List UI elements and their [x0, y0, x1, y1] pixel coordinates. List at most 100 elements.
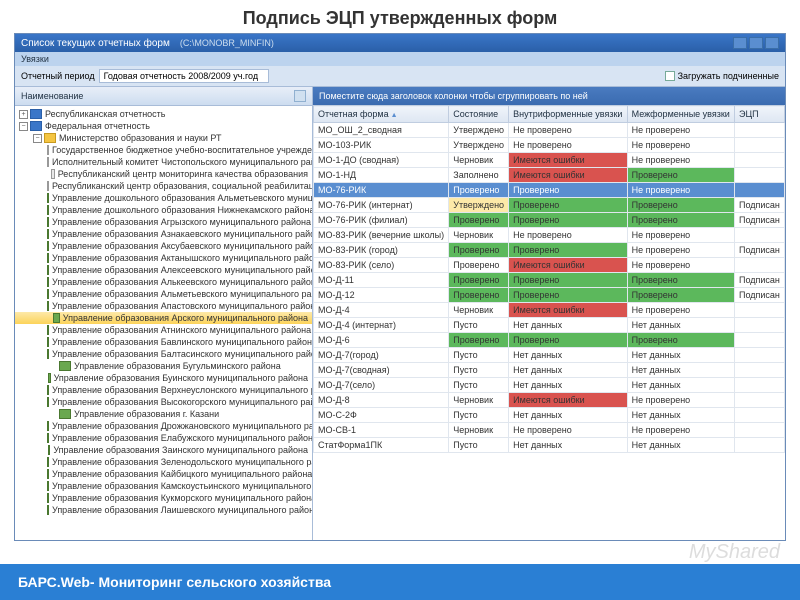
sort-icon[interactable]: ▲: [391, 112, 398, 119]
tree-item[interactable]: Управление образования Альметьевского му…: [15, 288, 312, 300]
tree-item[interactable]: Исполнительный комитет Чистопольского му…: [15, 156, 312, 168]
tree-item[interactable]: Управление образования Дрожжановского му…: [15, 420, 312, 432]
column-header[interactable]: Состояние: [449, 106, 509, 123]
maximize-button[interactable]: [749, 37, 763, 49]
table-row[interactable]: МО-1-ДО (сводная)ЧерновикИмеются ошибкиН…: [314, 153, 785, 168]
tree-item[interactable]: Управление образования Заинского муницип…: [15, 444, 312, 456]
cell: Проверено: [509, 333, 627, 348]
tree-item[interactable]: − Федеральная отчетность: [15, 120, 312, 132]
table-row[interactable]: МО-Д-12ПровереноПровереноПровереноПодпис…: [314, 288, 785, 303]
load-subordinates-checkbox[interactable]: Загружать подчиненные: [665, 71, 779, 81]
period-field[interactable]: Годовая отчетность 2008/2009 уч.год: [99, 69, 269, 83]
tree-item[interactable]: Управление дошкольного образования Альме…: [15, 192, 312, 204]
tree-item[interactable]: Управление образования Кайбицкого муници…: [15, 468, 312, 480]
table-row[interactable]: МО-Д-4ЧерновикИмеются ошибкиНе проверено: [314, 303, 785, 318]
expand-icon[interactable]: −: [33, 134, 42, 143]
cell: МО-83-РИК (село): [314, 258, 449, 273]
tree-item[interactable]: Республиканский центр мониторинга качест…: [15, 168, 312, 180]
table-row[interactable]: МО-Д-8ЧерновикИмеются ошибкиНе проверено: [314, 393, 785, 408]
table-row[interactable]: МО-Д-7(город)ПустоНет данныхНет данных: [314, 348, 785, 363]
table-row[interactable]: МО-Д-4 (интернат)ПустоНет данныхНет данн…: [314, 318, 785, 333]
tree-item[interactable]: Управление образования Апастовского муни…: [15, 300, 312, 312]
folder-yel-icon: [44, 133, 56, 143]
cell: Подписан: [734, 213, 784, 228]
tree-item[interactable]: +Республиканская отчетность: [15, 108, 312, 120]
table-row[interactable]: МО-Д-7(сводная)ПустоНет данныхНет данных: [314, 363, 785, 378]
cell: [734, 168, 784, 183]
table-row[interactable]: МО-Д-7(село)ПустоНет данныхНет данных: [314, 378, 785, 393]
cell: Черновик: [449, 153, 509, 168]
tree-item[interactable]: Республиканский центр образования, социа…: [15, 180, 312, 192]
tree-item[interactable]: Управление образования Лаишевского муниц…: [15, 504, 312, 516]
table-row[interactable]: МО-СВ-1ЧерновикНе провереноНе проверено: [314, 423, 785, 438]
group-hint-bar[interactable]: Поместите сюда заголовок колонки чтобы с…: [313, 87, 785, 105]
tree-item[interactable]: Управление образования Алексеевского мун…: [15, 264, 312, 276]
tree-item[interactable]: Управление образования Атнинского муници…: [15, 324, 312, 336]
collapse-icon[interactable]: [294, 90, 306, 102]
tree-item-label: Государственное бюджетное учебно-воспита…: [52, 145, 312, 155]
tree-item[interactable]: Управление образования Балтасинского мун…: [15, 348, 312, 360]
tree-item[interactable]: Управление образования Верхнеуслонского …: [15, 384, 312, 396]
tree-item[interactable]: Управление образования Актанышского муни…: [15, 252, 312, 264]
tree-item[interactable]: Управление образования Буинского муницип…: [15, 372, 312, 384]
tree-item[interactable]: Государственное бюджетное учебно-воспита…: [15, 144, 312, 156]
tree-item[interactable]: Управление образования Кукморского муниц…: [15, 492, 312, 504]
table-row[interactable]: МО-76-РИК (интернат)УтвержденоПровереноП…: [314, 198, 785, 213]
cell: Подписан: [734, 288, 784, 303]
tab-links[interactable]: Увязки: [21, 54, 49, 64]
cell: МО-Д-4 (интернат): [314, 318, 449, 333]
tree-item-label: Управление образования Дрожжановского му…: [52, 421, 312, 431]
tree-item[interactable]: Управление образования Азнакаевского мун…: [15, 228, 312, 240]
table-row[interactable]: СтатФорма1ПКПустоНет данныхНет данных: [314, 438, 785, 453]
tree-item[interactable]: Управление образования Высокогорского му…: [15, 396, 312, 408]
table-row[interactable]: МО-83-РИК (вечерние школы)ЧерновикНе про…: [314, 228, 785, 243]
tree-item-label: Управление образования Зеленодольского м…: [52, 457, 312, 467]
tree-item[interactable]: Управление образования Арского муниципал…: [15, 312, 312, 324]
tree-item[interactable]: −Министерство образования и науки РТ: [15, 132, 312, 144]
tree-item[interactable]: Управление образования г. Казани: [15, 408, 312, 420]
expand-icon[interactable]: −: [19, 122, 28, 131]
tree-item[interactable]: Управление дошкольного образования Нижне…: [15, 204, 312, 216]
cell: Черновик: [449, 393, 509, 408]
close-button[interactable]: [765, 37, 779, 49]
table-row[interactable]: МО-76-РИК (филиал)ПровереноПровереноПров…: [314, 213, 785, 228]
table-row[interactable]: МО-1-НДЗаполненоИмеются ошибкиПроверено: [314, 168, 785, 183]
table-row[interactable]: МО-Д-6ПровереноПровереноПроверено: [314, 333, 785, 348]
cell: Нет данных: [627, 438, 734, 453]
cell: Черновик: [449, 228, 509, 243]
cell: Не проверено: [627, 228, 734, 243]
table-row[interactable]: МО_ОШ_2_своднаяУтвержденоНе провереноНе …: [314, 123, 785, 138]
org-icon: [53, 313, 60, 323]
table-row[interactable]: МО-83-РИК (село)ПровереноИмеются ошибкиН…: [314, 258, 785, 273]
tree-item[interactable]: Управление образования Бугульминского ра…: [15, 360, 312, 372]
tree-item[interactable]: Управление образования Елабужского муниц…: [15, 432, 312, 444]
tree-item[interactable]: Управление образования Бавлинского муниц…: [15, 336, 312, 348]
tree-item[interactable]: Управление образования Аксубаевского мун…: [15, 240, 312, 252]
table-row[interactable]: МО-83-РИК (город)ПровереноПровереноНе пр…: [314, 243, 785, 258]
minimize-button[interactable]: [733, 37, 747, 49]
tree-item[interactable]: Управление образования Алькеевского муни…: [15, 276, 312, 288]
column-header[interactable]: Внутриформенные увязки: [509, 106, 627, 123]
doc-icon: [47, 145, 49, 155]
column-header[interactable]: Отчетная форма▲: [314, 106, 449, 123]
tree-item[interactable]: Управление образования Агрызского муници…: [15, 216, 312, 228]
table-row[interactable]: МО-С-2ФПустоНет данныхНет данных: [314, 408, 785, 423]
tab-bar: Увязки: [15, 52, 785, 66]
org-icon: [47, 217, 49, 227]
tree-item[interactable]: Управление образования Камскоустьинского…: [15, 480, 312, 492]
table-row[interactable]: МО-Д-11ПровереноПровереноПровереноПодпис…: [314, 273, 785, 288]
grid[interactable]: Отчетная форма▲СостояниеВнутриформенные …: [313, 105, 785, 540]
window-titlebar: Список текущих отчетных форм (C:\MONOBR_…: [15, 34, 785, 52]
tree-item-label: Федеральная отчетность: [45, 121, 150, 131]
tree[interactable]: +Республиканская отчетность−Федеральная …: [15, 106, 312, 540]
table-row[interactable]: МО-103-РИКУтвержденоНе провереноНе прове…: [314, 138, 785, 153]
cell: Проверено: [449, 288, 509, 303]
tree-item[interactable]: Управление образования Зеленодольского м…: [15, 456, 312, 468]
expand-icon[interactable]: +: [19, 110, 28, 119]
tree-item-label: Управление образования Елабужского муниц…: [52, 433, 312, 443]
cell: Черновик: [449, 303, 509, 318]
column-header[interactable]: ЭЦП: [734, 106, 784, 123]
cell: Проверено: [509, 273, 627, 288]
column-header[interactable]: Межформенные увязки: [627, 106, 734, 123]
table-row[interactable]: МО-76-РИКПровереноПровереноНе проверено: [314, 183, 785, 198]
